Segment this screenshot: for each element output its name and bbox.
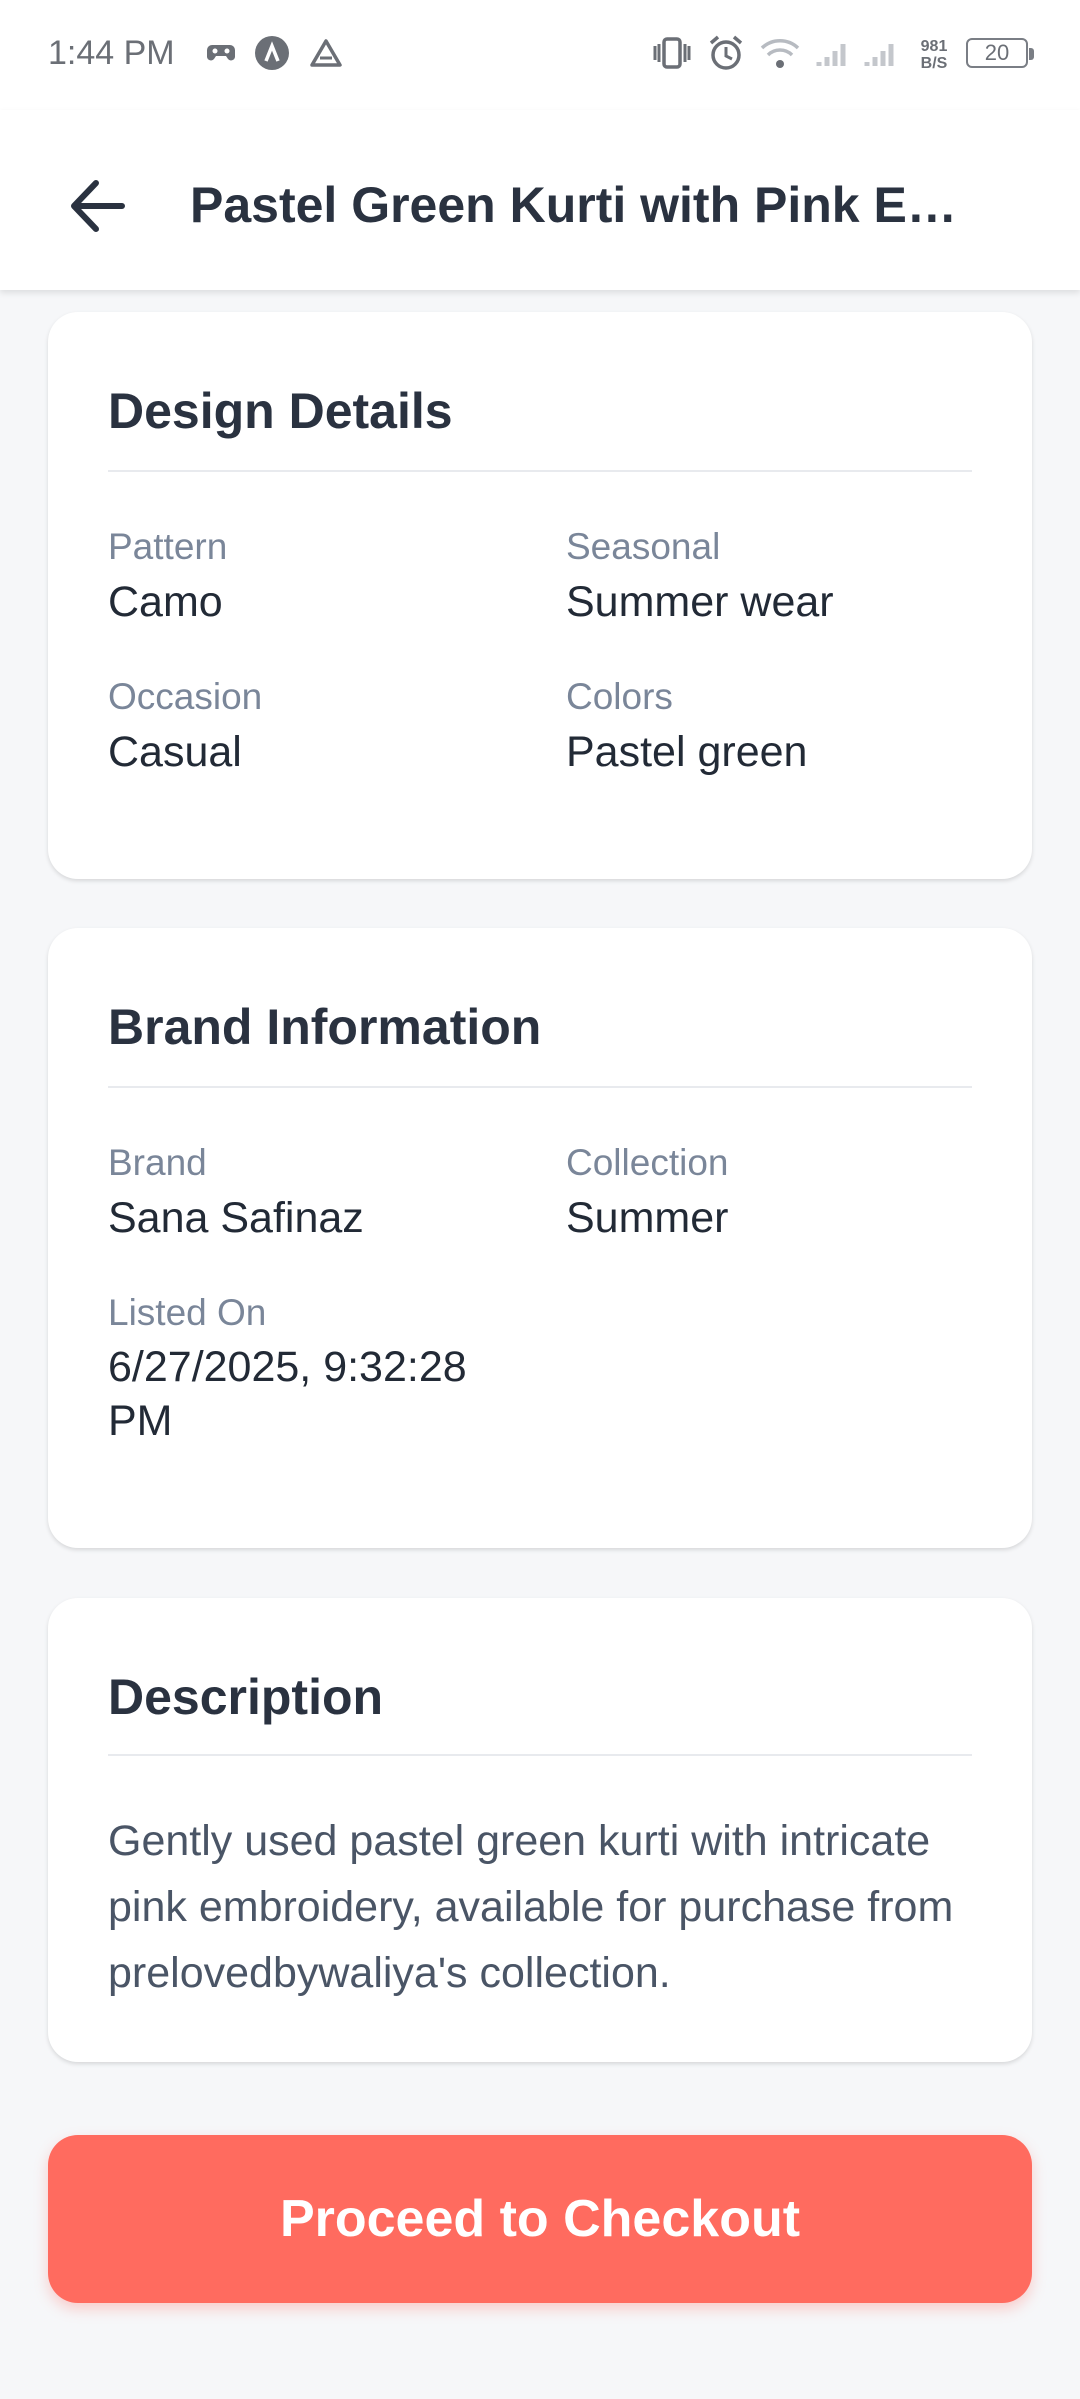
- design-details-card: Design Details Pattern Camo Seasonal Sum…: [48, 312, 1032, 879]
- listed-on-label: Listed On: [108, 1292, 267, 1333]
- brand-information-card: Brand Information Brand Sana Safinaz Col…: [48, 928, 1032, 1548]
- brand-value: Sana Safinaz: [108, 1194, 364, 1242]
- divider: [108, 1086, 972, 1088]
- occasion-label: Occasion: [108, 676, 263, 717]
- arrow-left-icon: [66, 178, 126, 239]
- checkout-button-label: Proceed to Checkout: [279, 2190, 801, 2248]
- alarm-icon: [706, 35, 746, 70]
- battery-indicator: 20: [966, 38, 1034, 68]
- seasonal-value: Summer wear: [566, 578, 834, 626]
- network-speed-value: 981: [920, 38, 948, 55]
- a-circle-icon: [254, 36, 290, 70]
- signal-icon: [814, 36, 852, 70]
- network-speed-unit: B/S: [920, 55, 948, 72]
- brand-label: Brand: [108, 1142, 207, 1183]
- back-button[interactable]: [58, 170, 134, 246]
- divider: [108, 470, 972, 472]
- colors-label: Colors: [566, 676, 673, 717]
- battery-level: 20: [984, 40, 1010, 65]
- vibrate-icon: [650, 36, 694, 70]
- description-text: Gently used pastel green kurti with intr…: [108, 1817, 954, 1997]
- app-bar: Pastel Green Kurti with Pink Embroidery: [0, 110, 1080, 290]
- occasion-value: Casual: [108, 728, 242, 776]
- status-bar: 1:44 PM 981 B/S 20: [0, 0, 1080, 110]
- description-card: Description Gently used pastel green kur…: [48, 1598, 1032, 2062]
- wifi-icon: [758, 36, 802, 70]
- brand-information-title: Brand Information: [108, 999, 542, 1055]
- collection-value: Summer: [566, 1194, 729, 1242]
- pattern-label: Pattern: [108, 526, 228, 567]
- pattern-value: Camo: [108, 578, 223, 626]
- divider: [108, 1754, 972, 1756]
- status-time: 1:44 PM: [48, 34, 175, 72]
- drive-icon: [308, 36, 344, 70]
- game-controller-icon: [204, 36, 238, 70]
- page-title: Pastel Green Kurti with Pink Embroidery: [190, 177, 1000, 233]
- proceed-to-checkout-button[interactable]: Proceed to Checkout: [48, 2135, 1032, 2303]
- description-title: Description: [108, 1669, 384, 1725]
- seasonal-label: Seasonal: [566, 526, 721, 567]
- listed-on-value: 6/27/2025, 9:32:28 PM: [108, 1343, 467, 1445]
- collection-label: Collection: [566, 1142, 729, 1183]
- design-details-title: Design Details: [108, 383, 453, 439]
- colors-value: Pastel green: [566, 728, 808, 776]
- network-speed: 981 B/S: [912, 38, 956, 72]
- signal-icon: [862, 36, 900, 70]
